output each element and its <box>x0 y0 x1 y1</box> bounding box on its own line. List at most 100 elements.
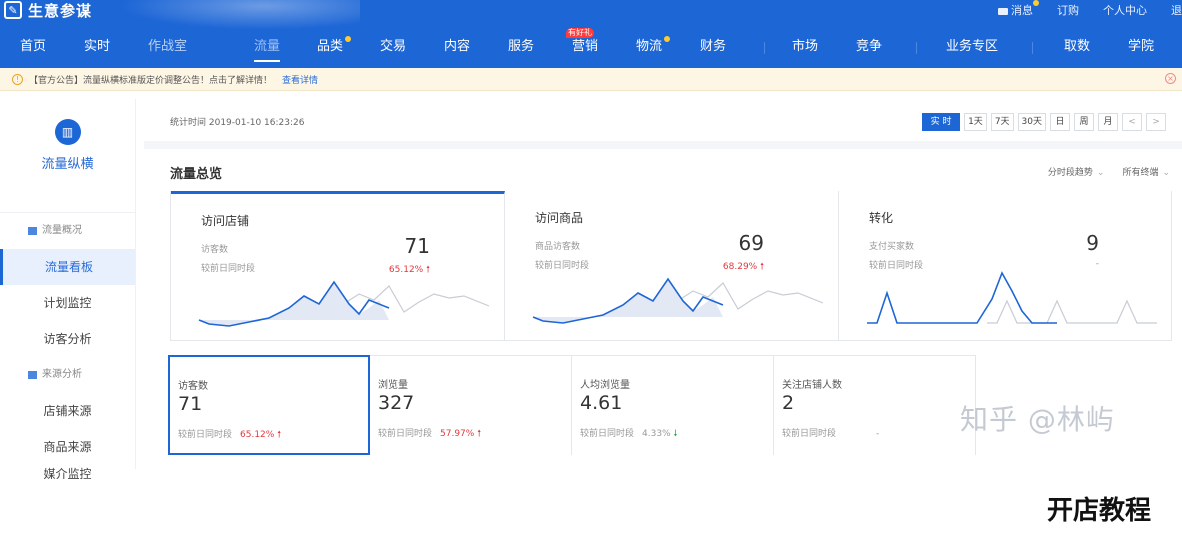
nav-service[interactable]: 服务 <box>508 34 534 62</box>
card-value: 71 <box>404 234 430 258</box>
sidebar-group-overview: 流量概况 <box>0 213 135 249</box>
nav-war-room[interactable]: 作战室 <box>148 34 187 62</box>
card-metric-label: 商品访客数 <box>535 242 581 252</box>
arrow-down-icon: 🠗 <box>673 429 678 439</box>
card-value: 9 <box>1086 231 1099 255</box>
app-root: ✎ 生意参谋 消息 订购 个人中心 退 首页 实时 作战室 流量 品类 交易 内… <box>0 0 1182 554</box>
metric-value: 4.61 <box>580 392 623 414</box>
nav-logistics-label: 物流 <box>636 39 663 54</box>
app-logo[interactable]: ✎ 生意参谋 <box>4 0 92 20</box>
nav-divider <box>916 42 917 54</box>
sidebar-item-visitor-analysis[interactable]: 访客分析 <box>0 321 135 357</box>
stat-bar: 统计时间 2019-01-10 16:23:26 实 时 1天 7天 30天 日… <box>144 99 1182 141</box>
card-compare-label: 较前日同时段 <box>535 261 590 271</box>
arrow-up-icon: 🠕 <box>277 430 282 440</box>
card-compare-label: 较前日同时段 <box>201 264 256 274</box>
metric-pageviews[interactable]: 浏览量 327 较前日同时段 57.97% 🠕 <box>370 355 572 455</box>
sparkline-current <box>867 271 1057 324</box>
period-month[interactable]: 月 <box>1098 113 1118 131</box>
nav-finance[interactable]: 财务 <box>700 34 726 62</box>
sidebar-title: 流量纵横 <box>41 157 94 172</box>
period-7day[interactable]: 7天 <box>990 113 1014 131</box>
envelope-icon <box>998 7 1008 15</box>
card-visit-shop[interactable]: 访问店铺 访客数 较前日同时段 71 65.12% 🠕 <box>171 191 505 341</box>
metric-compare-label: 较前日同时段 <box>378 429 433 439</box>
period-30day[interactable]: 30天 <box>1017 113 1046 131</box>
metric-compare-label: 较前日同时段 <box>580 429 635 439</box>
nav-logistics[interactable]: 物流 <box>636 34 671 62</box>
card-value: 69 <box>738 231 764 255</box>
nav-traffic[interactable]: 流量 <box>254 34 281 62</box>
metric-visitors[interactable]: 访客数 71 较前日同时段 65.12% 🠕 <box>168 355 370 455</box>
sidebar-group-source: 来源分析 <box>0 357 135 393</box>
card-title: 转化 <box>869 211 894 225</box>
nav-trade[interactable]: 交易 <box>380 34 406 62</box>
overview-title: 流量总览 <box>170 167 223 182</box>
folder-icon <box>28 371 37 379</box>
sidebar-item-traffic-board[interactable]: 流量看板 <box>0 249 135 285</box>
metric-compare: 较前日同时段 57.97% 🠕 <box>378 426 481 442</box>
nav-content[interactable]: 内容 <box>444 34 470 62</box>
prev-arrow-icon[interactable]: < <box>1122 113 1142 131</box>
nav-divider <box>1032 42 1033 54</box>
messages-link[interactable]: 消息 <box>998 0 1039 18</box>
terminal-dropdown-label: 所有终端 <box>1122 168 1159 178</box>
header-decoration <box>120 0 360 30</box>
sparkline-product <box>532 277 823 324</box>
arrow-up-icon: 🠕 <box>477 429 482 439</box>
metric-label: 关注店铺人数 <box>782 380 842 391</box>
nav-home[interactable]: 首页 <box>20 34 46 62</box>
card-change: - <box>1095 259 1099 269</box>
nav-market[interactable]: 市场 <box>792 34 818 62</box>
period-day[interactable]: 日 <box>1050 113 1070 131</box>
nav-data-fetch[interactable]: 取数 <box>1064 34 1090 62</box>
sidebar-item-product-source[interactable]: 商品来源 <box>0 429 135 465</box>
card-visit-product[interactable]: 访问商品 商品访客数 较前日同时段 69 68.29% 🠕 <box>505 191 839 341</box>
metric-avg-pageviews[interactable]: 人均浏览量 4.61 较前日同时段 4.33% 🠗 <box>572 355 774 455</box>
sidebar-item-plan-monitor[interactable]: 计划监控 <box>0 285 135 321</box>
watermark: 知乎 @林屿 <box>960 403 1115 436</box>
chart-icon: ▥ <box>54 119 81 145</box>
terminal-dropdown[interactable]: 所有终端 ⌄ <box>1122 165 1170 178</box>
period-selector: 实 时 1天 7天 30天 日 周 月 < > <box>922 113 1166 131</box>
chevron-down-icon: ⌄ <box>1096 168 1105 178</box>
announcement-link[interactable]: 查看详情 <box>282 73 318 86</box>
app-name: 生意参谋 <box>28 1 93 20</box>
subscribe-link[interactable]: 订购 <box>1057 2 1079 18</box>
sparkline-conversion <box>867 271 1157 324</box>
metric-change: 57.97% <box>440 429 475 439</box>
sidebar-item-shop-source[interactable]: 店铺来源 <box>0 393 135 429</box>
metric-change: 4.33% <box>642 429 671 439</box>
nav-business-zone[interactable]: 业务专区 <box>946 34 998 62</box>
card-metric-label: 支付买家数 <box>869 242 915 252</box>
metric-change: 65.12% <box>240 430 275 440</box>
notification-dot <box>345 36 352 42</box>
nav-marketing[interactable]: 有好礼 营销 <box>566 28 599 62</box>
next-arrow-icon[interactable]: > <box>1146 113 1166 131</box>
nav-category[interactable]: 品类 <box>317 34 352 62</box>
user-links: 消息 订购 个人中心 退 <box>998 0 1182 18</box>
trend-dropdown[interactable]: 分时段趋势 ⌄ <box>1048 165 1105 178</box>
period-1day[interactable]: 1天 <box>964 113 987 131</box>
metric-compare: 较前日同时段 4.33% 🠗 <box>580 426 677 442</box>
personal-center-link[interactable]: 个人中心 <box>1103 2 1147 18</box>
period-realtime[interactable]: 实 时 <box>922 113 961 131</box>
nav-competition[interactable]: 竞争 <box>856 34 882 62</box>
trend-dropdown-label: 分时段趋势 <box>1047 168 1093 178</box>
sidebar-group-label: 来源分析 <box>42 369 82 380</box>
card-conversion[interactable]: 转化 支付买家数 较前日同时段 9 - <box>839 191 1173 341</box>
card-title: 访问商品 <box>535 211 584 225</box>
nav-academy[interactable]: 学院 <box>1128 34 1154 62</box>
metric-shop-followers[interactable]: 关注店铺人数 2 较前日同时段 - <box>774 355 976 455</box>
announcement-text: 【官方公告】流量纵横标准版定价调整公告！点击了解详情！ <box>29 75 273 86</box>
sidebar-item-media-monitor[interactable]: 媒介监控 <box>0 465 135 479</box>
nav-realtime[interactable]: 实时 <box>84 34 110 62</box>
top-header: ✎ 生意参谋 消息 订购 个人中心 退 首页 实时 作战室 流量 品类 交易 内… <box>0 0 1182 68</box>
metric-label: 浏览量 <box>378 380 408 391</box>
sidebar: ▥ 流量纵横 流量概况 流量看板 计划监控 访客分析 来源分析 店铺来源 商品来… <box>0 99 136 479</box>
close-icon[interactable]: × <box>1165 73 1176 84</box>
logout-link[interactable]: 退 <box>1171 2 1182 18</box>
period-week[interactable]: 周 <box>1074 113 1094 131</box>
nav-marketing-label: 营销 <box>572 39 599 54</box>
metric-compare-label: 较前日同时段 <box>782 429 837 439</box>
